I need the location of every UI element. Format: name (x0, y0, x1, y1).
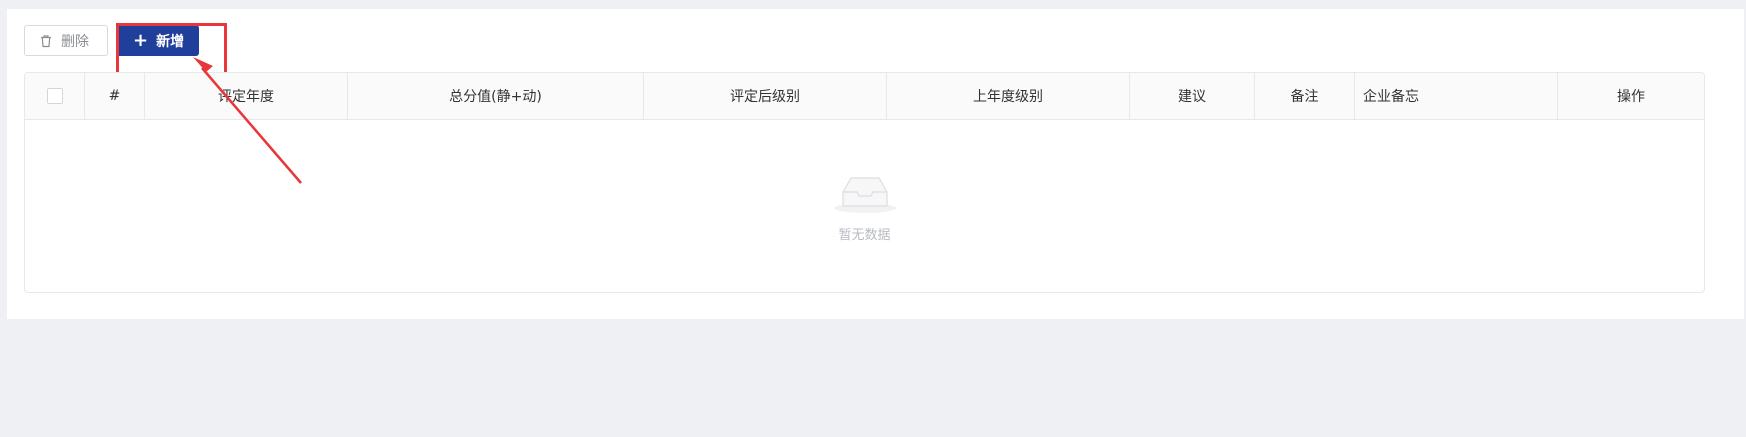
data-table: # 评定年度 总分值(静+动) 评定后级别 上年度级别 建议 备注 企业备忘 操… (24, 72, 1705, 293)
header-select-all (25, 73, 85, 119)
select-all-checkbox[interactable] (46, 88, 63, 104)
delete-button-label: 删除 (61, 33, 89, 50)
column-header-score: 总分值(静+动) (348, 73, 644, 119)
column-header-prev-level: 上年度级别 (887, 73, 1130, 119)
column-header-memo: 企业备忘 (1355, 73, 1558, 119)
empty-box-icon (833, 170, 897, 218)
column-header-suggestion: 建议 (1130, 73, 1255, 119)
annotation-highlight-box (116, 23, 227, 77)
table-header: # 评定年度 总分值(静+动) 评定后级别 上年度级别 建议 备注 企业备忘 操… (25, 73, 1704, 120)
column-header-year: 评定年度 (145, 73, 348, 119)
column-header-actions: 操作 (1617, 89, 1645, 105)
empty-state: 暂无数据 (25, 120, 1704, 292)
column-header-level: 评定后级别 (644, 73, 887, 119)
column-header-index: # (85, 73, 145, 119)
empty-state-text: 暂无数据 (838, 227, 891, 243)
trash-icon (39, 34, 53, 48)
delete-button[interactable]: 删除 (24, 25, 108, 56)
column-header-remark: 备注 (1255, 73, 1355, 119)
